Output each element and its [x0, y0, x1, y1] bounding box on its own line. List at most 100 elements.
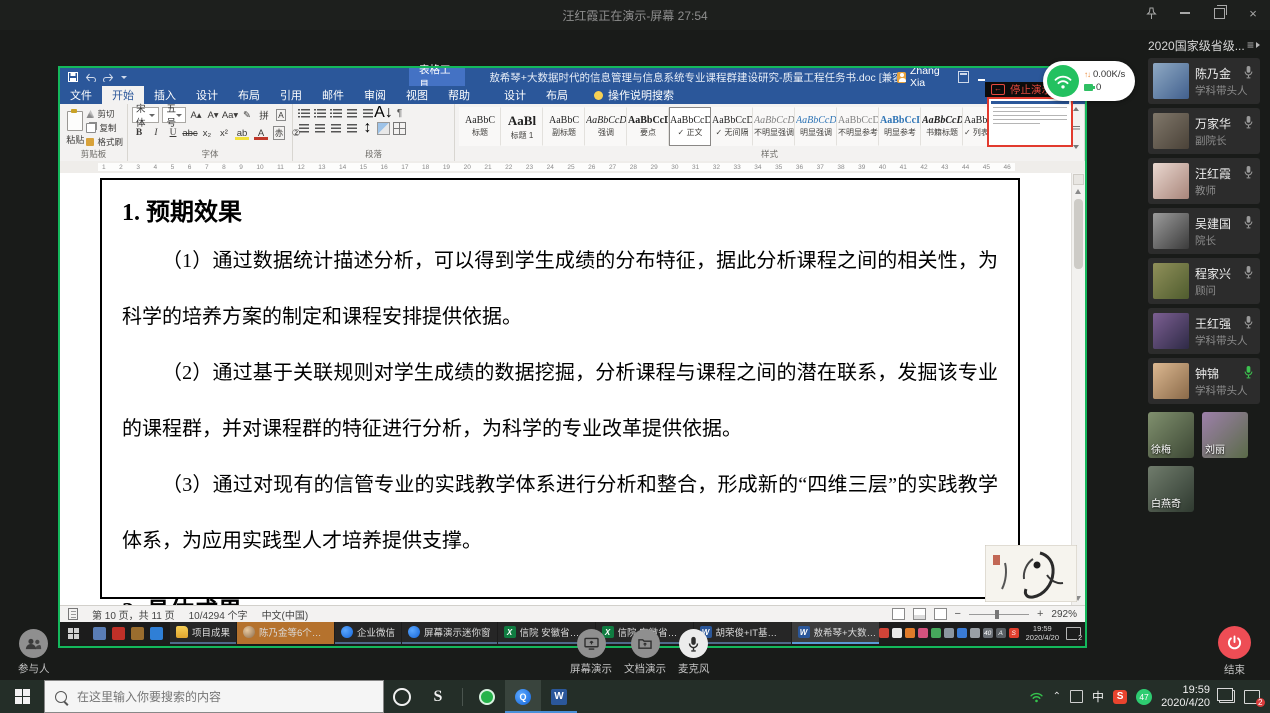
- web-layout-icon[interactable]: [934, 608, 947, 620]
- participants-button[interactable]: 参与人: [18, 629, 50, 676]
- zoom-slider[interactable]: [969, 614, 1029, 615]
- meeting-name-header[interactable]: 2020国家级省级... ≡: [1148, 36, 1260, 54]
- character-border-button[interactable]: A: [274, 108, 288, 122]
- taskbar-window-item[interactable]: 陈乃金等6个会话: [237, 622, 334, 644]
- wifi-icon[interactable]: [1029, 691, 1044, 703]
- app-icon[interactable]: [112, 627, 125, 640]
- close-button[interactable]: ×: [1246, 6, 1260, 20]
- tray-icon[interactable]: [957, 628, 967, 638]
- style-card[interactable]: AaBbCcD 强调: [585, 107, 627, 146]
- bold-button[interactable]: B: [132, 126, 146, 140]
- network-monitor-pill[interactable]: ↑↓0.00K/s 0: [1043, 61, 1135, 101]
- style-card[interactable]: AaBbCcDc ✓ 正文: [669, 107, 711, 146]
- mic-icon[interactable]: [1244, 265, 1253, 284]
- font-name-select[interactable]: 宋体: [132, 107, 159, 123]
- tray-icon[interactable]: A: [996, 628, 1006, 638]
- paste-button[interactable]: 粘贴: [64, 107, 86, 149]
- pin-icon[interactable]: [1144, 6, 1158, 20]
- document-canvas[interactable]: 1. 预期效果 （1）通过数据统计描述分析，可以得到学生成绩的分布特征，据此分析…: [60, 173, 1085, 605]
- style-card[interactable]: AaBbC 标题: [459, 107, 501, 146]
- ribbon-tab[interactable]: 视图: [396, 86, 438, 104]
- taskbar-window-item[interactable]: 屏幕演示迷你窗: [402, 622, 497, 644]
- hidden-icons-chevron[interactable]: ⌃: [1053, 691, 1061, 702]
- shared-clock[interactable]: 19:59 2020/4/20: [1026, 624, 1059, 642]
- participant-tile[interactable]: 王红强 学科带头人: [1148, 308, 1260, 354]
- word-count[interactable]: 10/4294 个字: [189, 607, 248, 622]
- search-input[interactable]: [75, 689, 373, 705]
- sogou-icon[interactable]: S: [1113, 690, 1127, 704]
- page-indicator[interactable]: 第 10 页，共 11 页: [92, 607, 175, 622]
- ribbon-context-tab[interactable]: 布局: [536, 86, 578, 104]
- style-card[interactable]: AaBbCcDc ✓ 无间隔: [711, 107, 753, 146]
- phonetic-guide-button[interactable]: 拼: [257, 108, 271, 122]
- font-color-button[interactable]: A: [253, 126, 269, 140]
- participant-tile[interactable]: 吴建国 院长: [1148, 208, 1260, 254]
- zoom-slider-thumb[interactable]: [995, 610, 999, 619]
- line-spacing-button[interactable]: ↕: [361, 122, 374, 134]
- subscript-button[interactable]: x₂: [200, 126, 214, 140]
- screen-share-preview-thumbnail[interactable]: [987, 97, 1073, 147]
- tell-me-box[interactable]: 操作说明搜索: [594, 86, 674, 104]
- cortana-button[interactable]: [384, 680, 420, 713]
- vertical-scrollbar[interactable]: [1071, 173, 1085, 605]
- borders-button[interactable]: [393, 122, 406, 134]
- tray-icon[interactable]: [879, 628, 889, 638]
- format-painter-button[interactable]: 格式刷: [86, 136, 123, 148]
- underline-button[interactable]: U: [166, 126, 180, 140]
- participant-tile[interactable]: 钟锦 学科带头人: [1148, 358, 1260, 404]
- ribbon-tab[interactable]: 邮件: [312, 86, 354, 104]
- tray-icon[interactable]: [918, 628, 928, 638]
- app-icon[interactable]: [131, 627, 144, 640]
- shared-action-center-icon[interactable]: 2: [1066, 627, 1081, 640]
- style-card[interactable]: AaBbCcD 要点: [627, 107, 669, 146]
- highlight-button[interactable]: ab: [234, 126, 250, 140]
- style-card[interactable]: AaBbCcD 不明显强调: [753, 107, 795, 146]
- undo-icon[interactable]: [85, 73, 96, 82]
- tray-icon[interactable]: [944, 628, 954, 638]
- tray-icon[interactable]: [892, 628, 902, 638]
- word-minimize-button[interactable]: [978, 79, 985, 81]
- app-icon-s[interactable]: S: [420, 680, 456, 713]
- italic-button[interactable]: I: [149, 126, 163, 140]
- participant-tile[interactable]: 汪红霞 教师: [1148, 158, 1260, 204]
- end-meeting-button[interactable]: 结束: [1218, 626, 1251, 677]
- participant-tile[interactable]: 陈乃金 学科带头人: [1148, 58, 1260, 104]
- ribbon-tab[interactable]: 文件: [60, 86, 102, 104]
- ribbon-tab[interactable]: 设计: [186, 86, 228, 104]
- font-size-select[interactable]: 五号: [162, 107, 186, 123]
- scroll-up-icon[interactable]: [1075, 189, 1081, 194]
- network-signal-icon[interactable]: [1047, 65, 1079, 97]
- wxwork-app-button[interactable]: Q: [505, 680, 541, 713]
- read-mode-icon[interactable]: [892, 608, 905, 620]
- participant-tile[interactable]: 万家华 副院长: [1148, 108, 1260, 154]
- style-card[interactable]: AaBbCcD 不明显参考: [837, 107, 879, 146]
- taskbar-window-item[interactable]: 项目成果: [170, 622, 236, 644]
- restore-button[interactable]: [1212, 6, 1226, 20]
- app-icon[interactable]: [150, 627, 163, 640]
- copy-button[interactable]: 复制: [86, 122, 123, 134]
- grow-font-button[interactable]: A▴: [189, 108, 203, 122]
- language-indicator[interactable]: 中文(中国): [262, 607, 309, 622]
- expand-list-icon[interactable]: ≡: [1247, 38, 1260, 52]
- participant-tile[interactable]: 白燕奇: [1148, 466, 1194, 512]
- tray-icon[interactable]: [905, 628, 915, 638]
- tray-icon[interactable]: [931, 628, 941, 638]
- multilevel-list-button[interactable]: [329, 107, 342, 119]
- style-card[interactable]: AaBbCcD 明显强调: [795, 107, 837, 146]
- document-table-cell[interactable]: 1. 预期效果 （1）通过数据统计描述分析，可以得到学生成绩的分布特征，据此分析…: [100, 178, 1020, 599]
- mic-icon[interactable]: [1244, 165, 1253, 184]
- ime-indicator[interactable]: 中: [1092, 688, 1104, 705]
- style-card[interactable]: AaBbCcI 明显参考: [879, 107, 921, 146]
- shrink-font-button[interactable]: A▾: [206, 108, 220, 122]
- ribbon-tab[interactable]: 布局: [228, 86, 270, 104]
- numbering-button[interactable]: [313, 107, 326, 119]
- mic-icon[interactable]: [1244, 215, 1253, 234]
- zoom-out-button[interactable]: −: [955, 608, 961, 620]
- ribbon-tab[interactable]: 帮助: [438, 86, 480, 104]
- strikethrough-button[interactable]: abc: [183, 126, 197, 140]
- safety-score-icon[interactable]: 47: [1136, 689, 1152, 705]
- participant-tile[interactable]: 徐梅: [1148, 412, 1194, 458]
- mic-icon[interactable]: [1244, 115, 1253, 134]
- doc-share-button[interactable]: 文档演示: [624, 629, 666, 676]
- cut-button[interactable]: 剪切: [86, 108, 123, 120]
